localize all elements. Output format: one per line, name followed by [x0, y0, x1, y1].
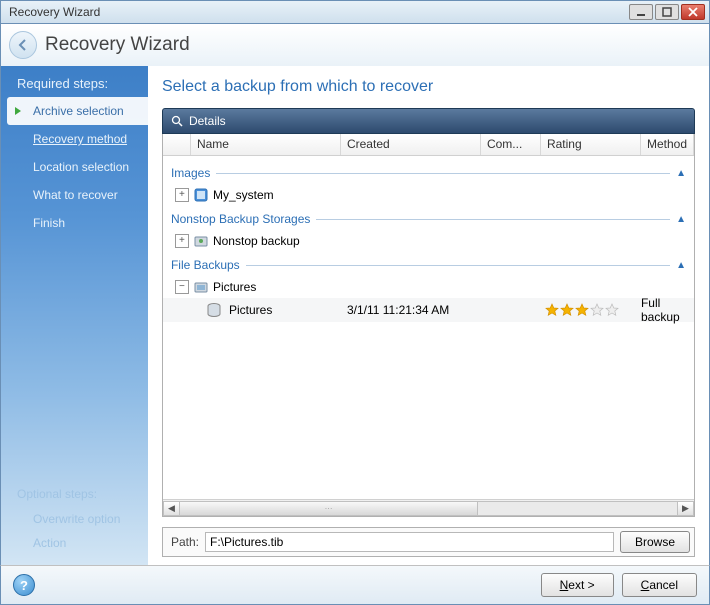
- sidebar-item-location-selection[interactable]: Location selection: [1, 153, 148, 181]
- path-input[interactable]: [205, 532, 614, 552]
- titlebar: Recovery Wizard: [0, 0, 710, 24]
- disk-image-icon: [193, 187, 209, 203]
- browse-button[interactable]: Browse: [620, 531, 690, 553]
- content: Select a backup from which to recover De…: [148, 66, 709, 565]
- page-title: Recovery Wizard: [45, 34, 190, 56]
- content-heading: Select a backup from which to recover: [162, 78, 695, 96]
- sidebar-item-archive-selection[interactable]: Archive selection: [7, 97, 148, 125]
- header-band: Recovery Wizard: [0, 24, 710, 66]
- tree-item-pictures[interactable]: − Pictures: [163, 276, 694, 298]
- folder-backup-icon: [193, 279, 209, 295]
- sidebar: Required steps: Archive selection Recove…: [1, 66, 148, 565]
- column-headers: Name Created Com... Rating Method: [163, 134, 694, 156]
- sidebar-item-finish[interactable]: Finish: [1, 209, 148, 237]
- col-comment[interactable]: Com...: [481, 134, 541, 155]
- group-nonstop: Nonstop Backup Storages▲: [163, 206, 694, 230]
- expand-icon[interactable]: +: [175, 188, 189, 202]
- tree-item-my-system[interactable]: + My_system: [163, 184, 694, 206]
- scroll-track[interactable]: ···: [180, 501, 677, 516]
- collapse-icon[interactable]: ▲: [676, 260, 686, 271]
- details-toolbar[interactable]: Details: [162, 108, 695, 134]
- back-arrow-icon: [16, 38, 30, 52]
- group-file-backups: File Backups▲: [163, 252, 694, 276]
- back-button[interactable]: [9, 31, 37, 59]
- path-row: Path: Browse: [162, 527, 695, 557]
- sidebar-optional-heading: Optional steps:: [1, 481, 148, 507]
- sidebar-item-action: Action: [1, 531, 148, 555]
- details-label: Details: [189, 114, 226, 128]
- expand-icon[interactable]: +: [175, 234, 189, 248]
- cancel-button[interactable]: Cancel: [622, 573, 697, 597]
- maximize-button[interactable]: [655, 4, 679, 20]
- tree-child-pictures-backup[interactable]: Pictures 3/1/11 11:21:34 AM Full backup: [163, 298, 694, 322]
- collapse-box-icon[interactable]: −: [175, 280, 189, 294]
- tree-body: Images▲ + My_system Nonstop Backup Stora…: [163, 156, 694, 499]
- col-method[interactable]: Method: [641, 134, 694, 155]
- scroll-thumb[interactable]: ···: [180, 502, 478, 515]
- sidebar-item-overwrite-option: Overwrite option: [1, 507, 148, 531]
- sidebar-item-recovery-method[interactable]: Recovery method: [1, 125, 148, 153]
- sidebar-item-what-to-recover[interactable]: What to recover: [1, 181, 148, 209]
- tree-item-nonstop-backup[interactable]: + Nonstop backup: [163, 230, 694, 252]
- backup-db-icon: [205, 301, 223, 319]
- scroll-right-icon[interactable]: ▶: [677, 501, 694, 516]
- next-button[interactable]: Next >: [541, 573, 614, 597]
- group-images: Images▲: [163, 160, 694, 184]
- footer: ? Next > Cancel: [0, 565, 710, 605]
- path-label: Path:: [167, 535, 199, 549]
- scroll-left-icon[interactable]: ◀: [163, 501, 180, 516]
- col-name[interactable]: Name: [191, 134, 341, 155]
- col-created[interactable]: Created: [341, 134, 481, 155]
- window-title: Recovery Wizard: [5, 5, 629, 19]
- collapse-icon[interactable]: ▲: [676, 168, 686, 179]
- close-button[interactable]: [681, 4, 705, 20]
- sidebar-required-heading: Required steps:: [1, 66, 148, 97]
- minimize-button[interactable]: [629, 4, 653, 20]
- horizontal-scrollbar[interactable]: ◀ ··· ▶: [163, 499, 694, 516]
- col-rating[interactable]: Rating: [541, 134, 641, 155]
- help-button[interactable]: ?: [13, 574, 35, 596]
- rating-stars[interactable]: [545, 303, 641, 317]
- nonstop-icon: [193, 233, 209, 249]
- collapse-icon[interactable]: ▲: [676, 214, 686, 225]
- details-icon: [171, 115, 183, 127]
- backup-tree: Name Created Com... Rating Method Images…: [162, 134, 695, 517]
